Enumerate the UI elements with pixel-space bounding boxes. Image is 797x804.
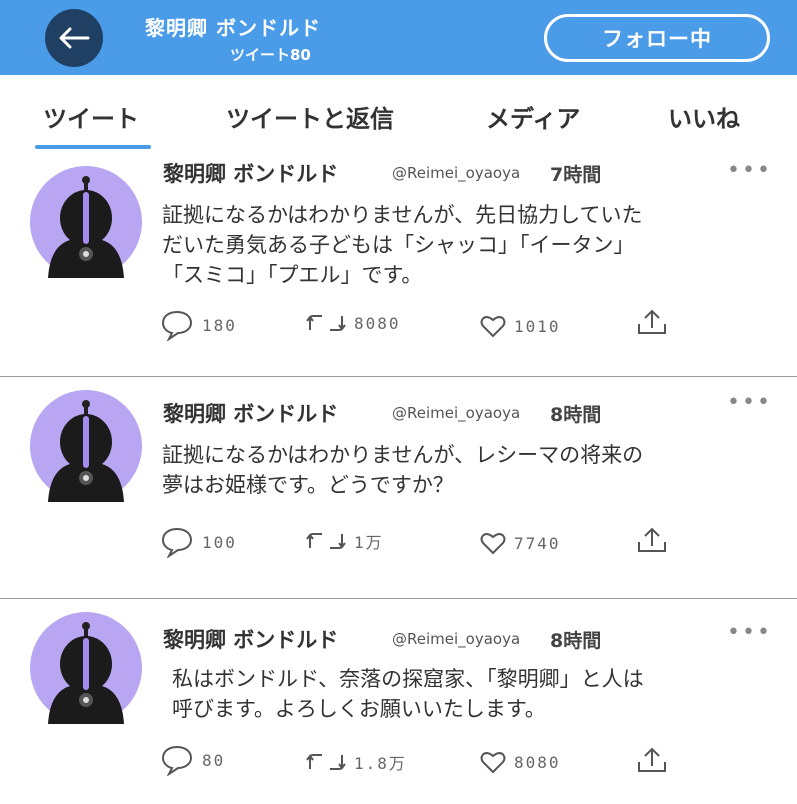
tweet-item[interactable]: 黎明卿 ボンドルド @Reimei_oyaoya 8時間 ••• 私はボンドルド…: [0, 598, 797, 804]
reply-count: 80: [202, 750, 226, 770]
back-button[interactable]: [45, 9, 103, 67]
speech-bubble-icon: [161, 745, 193, 776]
tweet-count: ツイート80: [230, 46, 311, 64]
tweet-actions: 180 8080 1010: [0, 152, 797, 341]
retweet-arrows-icon: [306, 754, 346, 770]
arrow-left-icon: [59, 27, 90, 49]
share-button[interactable]: [636, 308, 668, 336]
like-count: 8080: [514, 752, 561, 772]
like-count: 1010: [514, 316, 561, 336]
heart-icon: [480, 533, 506, 555]
tab-media[interactable]: メディア: [486, 99, 580, 134]
tweet-text-line: 証拠になるかはわかりませんが、レシーマの将来の: [162, 443, 644, 467]
retweet-button[interactable]: 8080: [306, 312, 401, 334]
tweet-text-line: 呼びます。よろしくお願いいたします。: [172, 697, 546, 721]
tweet-text-line: 夢はお姫様です。どうですか？: [162, 473, 454, 497]
retweet-arrows-icon: [306, 315, 346, 331]
retweet-button[interactable]: 1.8万: [306, 750, 407, 774]
share-upload-icon: [638, 309, 666, 334]
retweet-count: 8080: [354, 313, 401, 333]
reply-button[interactable]: 180: [160, 309, 237, 341]
speech-bubble-icon: [161, 310, 193, 341]
tweet-item[interactable]: 黎明卿 ボンドルド @Reimei_oyaoya 7時間 ••• 証拠になるかは…: [0, 152, 797, 374]
tweet-text-line: 私はボンドルド、奈落の探窟家、「黎明卿」と人は: [172, 667, 644, 691]
tab-tweets[interactable]: ツイート: [43, 99, 139, 134]
reply-count: 100: [202, 532, 237, 552]
profile-header: 黎明卿 ボンドルド ツイート80 フォロー中: [0, 0, 797, 75]
tab-likes[interactable]: いいね: [668, 99, 740, 134]
like-button[interactable]: 1010: [480, 314, 561, 338]
retweet-count: 1万: [354, 533, 384, 552]
heart-icon: [480, 316, 506, 338]
retweet-count: 1.8万: [354, 754, 407, 773]
reply-count: 180: [202, 315, 237, 335]
tweet-text: 私はボンドルド、奈落の探窟家、「黎明卿」と人は 呼びます。よろしくお願いいたしま…: [172, 664, 762, 724]
tweet-item[interactable]: 黎明卿 ボンドルド @Reimei_oyaoya 8時間 ••• 証拠になるかは…: [0, 376, 797, 598]
share-button[interactable]: [636, 746, 668, 774]
like-count: 7740: [514, 533, 561, 553]
speech-bubble-icon: [161, 527, 193, 558]
reply-button[interactable]: 80: [160, 744, 225, 776]
profile-tabs: ツイート ツイートと返信 メディア いいね: [0, 75, 797, 151]
active-tab-indicator: [35, 145, 151, 149]
tweet-text: 証拠になるかはわかりませんが、レシーマの将来の 夢はお姫様です。どうですか？: [162, 440, 752, 500]
share-upload-icon: [638, 527, 666, 552]
like-button[interactable]: 7740: [480, 531, 561, 555]
following-button[interactable]: フォロー中: [544, 14, 770, 62]
tweet-text-line: 「スミコ」「プエル」です。: [162, 263, 423, 287]
tab-tweets-and-replies[interactable]: ツイートと返信: [226, 99, 394, 134]
like-button[interactable]: 8080: [480, 750, 561, 774]
heart-icon: [480, 752, 506, 774]
tweet-actions: 100 1万 7740: [0, 376, 797, 558]
tweet-actions: 80 1.8万 8080: [0, 598, 797, 776]
tweet-text-line: だいた勇気ある子どもは「シャッコ」「イータン」: [162, 233, 635, 257]
tweet-text: 証拠になるかはわかりませんが、先日協力していた だいた勇気ある子どもは「シャッコ…: [162, 200, 752, 290]
share-button[interactable]: [636, 526, 668, 554]
profile-name-title: 黎明卿 ボンドルド: [145, 16, 321, 40]
reply-button[interactable]: 100: [160, 526, 237, 558]
tweet-text-line: 証拠になるかはわかりませんが、先日協力していた: [162, 203, 643, 227]
retweet-button[interactable]: 1万: [306, 529, 384, 553]
share-upload-icon: [638, 747, 666, 772]
retweet-arrows-icon: [306, 533, 346, 549]
